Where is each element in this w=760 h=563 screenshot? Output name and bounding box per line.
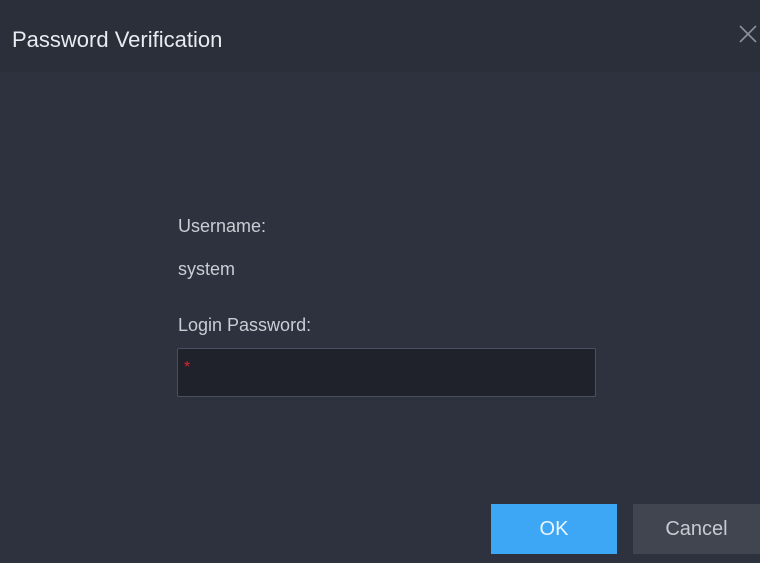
cancel-button[interactable]: Cancel (633, 504, 760, 554)
login-password-label: Login Password: (178, 315, 312, 335)
username-label: Username: (178, 216, 267, 236)
dialog-title-bar: Password Verification (0, 0, 760, 72)
login-password-input[interactable] (177, 348, 596, 397)
ok-button[interactable]: OK (491, 504, 617, 554)
required-indicator: * (184, 359, 191, 376)
username-value: system (178, 259, 236, 279)
dialog-title: Password Verification (12, 27, 223, 52)
close-button[interactable] (736, 22, 760, 46)
close-icon (739, 25, 757, 43)
password-verification-dialog: Password Verification Username: system L… (0, 0, 760, 563)
